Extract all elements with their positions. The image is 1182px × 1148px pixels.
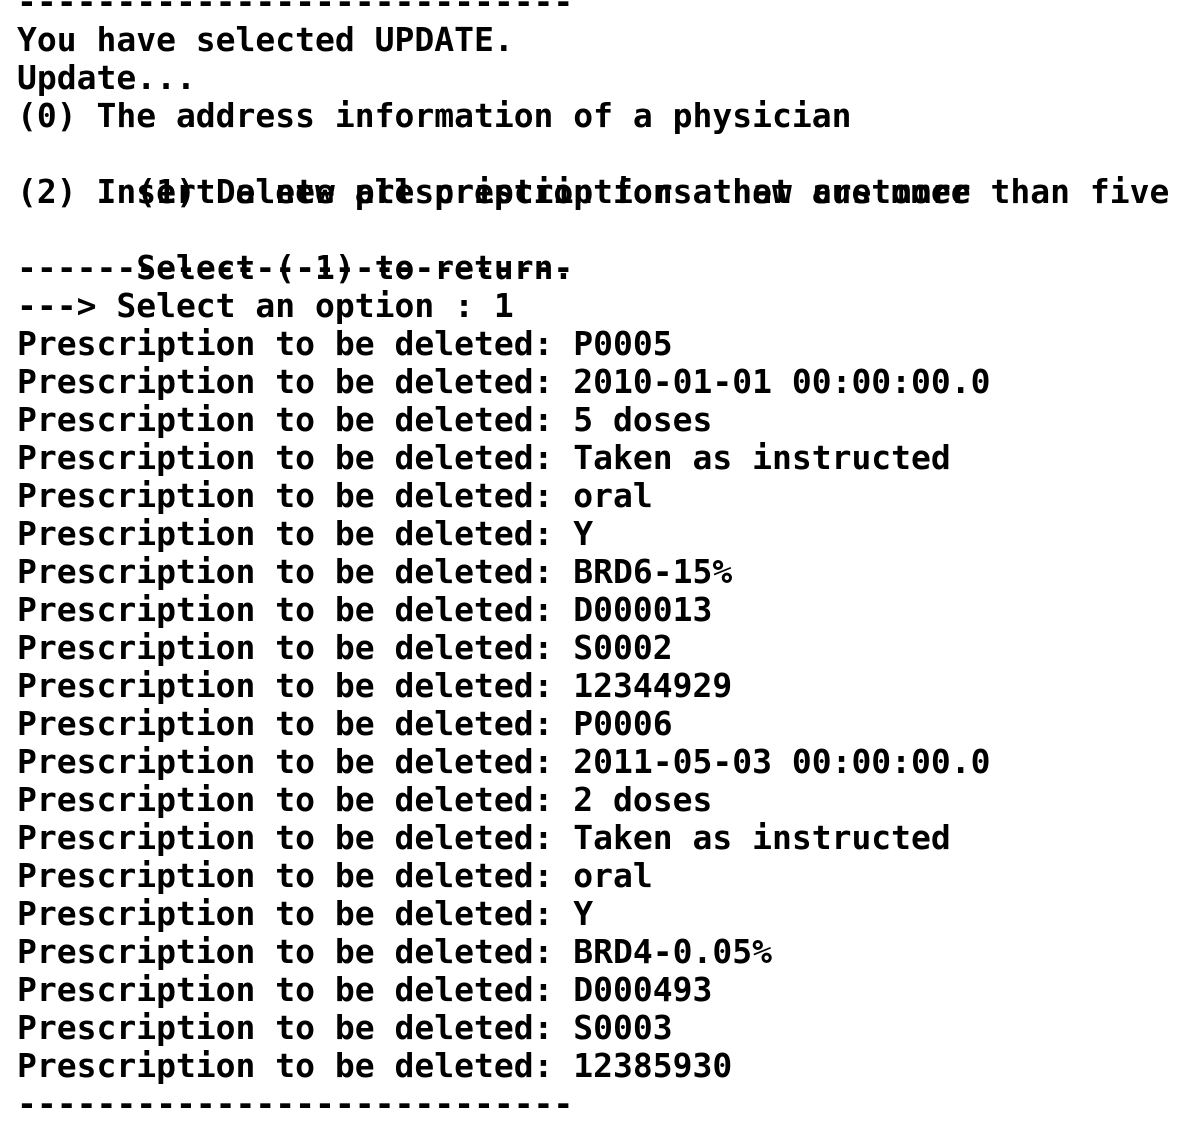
output-line: Prescription to be deleted: Taken as ins… (17, 438, 951, 477)
output-line: Prescription to be deleted: Y (17, 894, 594, 933)
menu-option-0: (0) The address information of a physici… (17, 96, 852, 135)
menu-option-1-text: (1) Delete all prescriptions that are mo… (136, 172, 1182, 211)
output-line: Prescription to be deleted: 2 doses (17, 780, 713, 819)
output-line: Prescription to be deleted: oral (17, 476, 653, 515)
input-prompt: ---> Select an option : 1 (17, 286, 514, 325)
output-line: Prescription to be deleted: BRD6-15% (17, 552, 733, 591)
output-line: Prescription to be deleted: 12344929 (17, 666, 733, 705)
output-line: Prescription to be deleted: BRD4-0.05% (17, 932, 772, 971)
output-line: Prescription to be deleted: 5 doses (17, 400, 713, 439)
output-line: Prescription to be deleted: 12385930 (17, 1046, 733, 1085)
output-line: Prescription to be deleted: Taken as ins… (17, 818, 951, 857)
output-line: Prescription to be deleted: S0002 (17, 628, 673, 667)
separator-middle: ---------------------------- (17, 248, 574, 287)
selected-message: You have selected UPDATE. (17, 20, 514, 59)
output-line: Prescription to be deleted: P0005 (17, 324, 673, 363)
output-line: Prescription to be deleted: P0006 (17, 704, 673, 743)
output-line: Prescription to be deleted: D000493 (17, 970, 713, 1009)
output-line: Prescription to be deleted: oral (17, 856, 653, 895)
output-line: Prescription to be deleted: D000013 (17, 590, 713, 629)
separator-top: ---------------------------- (17, 0, 574, 21)
deleted-prescriptions-list: Prescription to be deleted: P0005 Prescr… (17, 325, 1182, 1085)
update-prompt: Update... (17, 58, 196, 97)
menu-option-1: (1) Delete all prescriptions that are mo… (17, 135, 1182, 211)
output-line: Prescription to be deleted: 2010-01-01 0… (17, 362, 991, 401)
output-line: Prescription to be deleted: 2011-05-03 0… (17, 742, 991, 781)
return-hint: Select (-1) to return. (17, 211, 1182, 287)
output-line: Prescription to be deleted: Y (17, 514, 594, 553)
separator-bottom: ---------------------------- (17, 1084, 574, 1123)
console-output[interactable]: ---------------------------- You have se… (17, 0, 1182, 1148)
output-line: Prescription to be deleted: S0003 (17, 1008, 673, 1047)
